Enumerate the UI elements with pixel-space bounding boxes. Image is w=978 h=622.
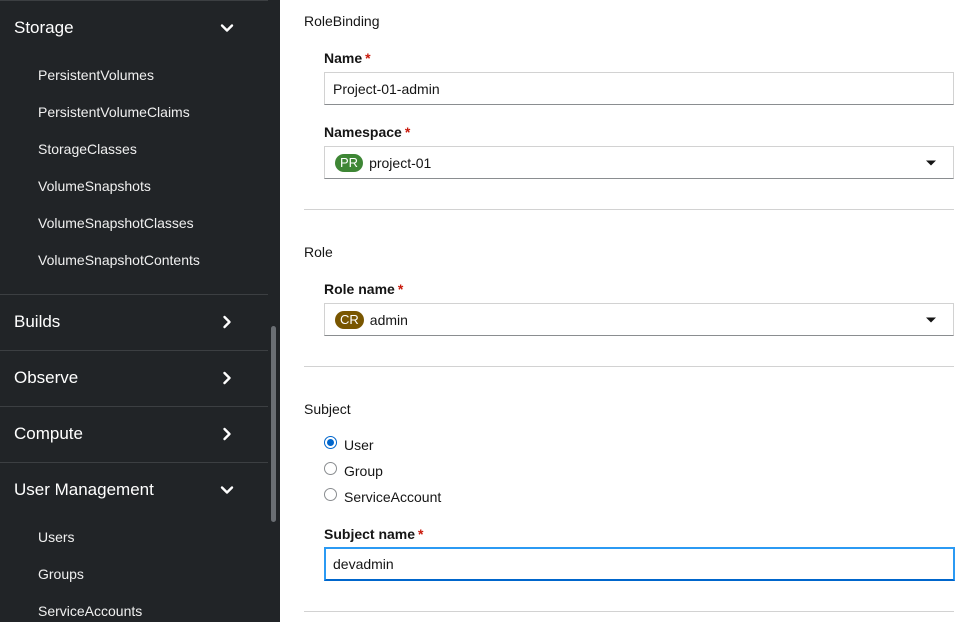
radio-button[interactable] [324,461,337,475]
chevron-right-icon [223,315,231,329]
radio-button[interactable] [324,435,337,449]
chevron-right-icon [223,371,231,385]
section-title-subject: Subject [304,401,351,417]
chevron-right-icon [223,427,231,441]
section-divider [304,209,954,210]
nav-item-persistentvolumes[interactable]: PersistentVolumes [38,67,154,83]
nav-item-volumesnapshots[interactable]: VolumeSnapshots [38,178,151,194]
namespace-value: project-01 [369,154,432,171]
caret-down-icon [926,317,936,322]
role-name-select[interactable]: CR admin [324,303,954,336]
radio-button[interactable] [324,487,337,501]
chevron-down-icon [220,24,234,32]
nav-item-volumesnapshotclasses[interactable]: VolumeSnapshotClasses [38,215,194,231]
name-label: Name * [324,50,371,66]
nav-item-volumesnapshotcontents[interactable]: VolumeSnapshotContents [38,252,200,268]
subject-name-label-text: Subject name [324,526,416,542]
name-label-text: Name [324,50,363,66]
role-name-label-text: Role name [324,281,395,297]
nav-section-label: Compute [14,424,83,443]
subject-name-input[interactable] [324,547,955,581]
nav-section-label: Observe [14,368,79,387]
chevron-down-icon [220,486,234,494]
caret-down-icon [926,160,936,165]
nav-item-storageclasses[interactable]: StorageClasses [38,141,137,157]
namespace-select[interactable]: PR project-01 [324,146,954,179]
nav-item-users[interactable]: Users [38,529,75,545]
subject-radio-serviceaccount[interactable]: ServiceAccount [324,487,442,505]
section-divider [304,366,954,367]
namespace-label-text: Namespace [324,124,402,140]
nav-item-serviceaccounts[interactable]: ServiceAccounts [38,603,142,619]
nav-section-label: User Management [14,480,154,499]
required-marker: * [418,526,424,542]
required-marker: * [404,124,411,140]
namespace-badge: PR [335,153,364,172]
nav-section-storage[interactable]: Storage [0,0,268,56]
radio-label: Group [344,463,383,479]
subject-name-label: Subject name * [324,526,423,542]
nav-section-user-management[interactable]: User Management [0,462,268,518]
required-marker: * [397,281,404,297]
radio-label: User [344,437,374,453]
nav-item-persistentvolumeclaims[interactable]: PersistentVolumeClaims [38,104,190,120]
nav-section-label: Builds [14,312,61,331]
radio-label: ServiceAccount [344,489,442,505]
nav-section-compute[interactable]: Compute [0,406,268,462]
subject-radio-group[interactable]: Group [324,461,383,479]
nav-section-label: Storage [14,18,74,37]
role-badge: CR [335,310,364,329]
sidebar-nav: Storage PersistentVolumes PersistentVolu… [0,0,280,622]
nav-item-groups[interactable]: Groups [38,566,84,582]
role-name-label: Role name * [324,281,403,297]
role-value: admin [369,311,408,328]
required-marker: * [365,50,371,66]
section-title-role: Role [304,244,333,260]
nav-section-builds[interactable]: Builds [0,294,268,350]
subject-radio-user[interactable]: User [324,435,374,453]
sidebar-scrollbar[interactable] [271,326,276,522]
nav-section-observe[interactable]: Observe [0,350,268,406]
name-input[interactable] [324,72,954,105]
namespace-label: Namespace * [324,124,410,140]
rolebinding-form: RoleBinding Name* Namespace* PR project-… [280,0,978,622]
section-title-rolebinding: RoleBinding [304,13,380,29]
section-divider [304,611,954,612]
